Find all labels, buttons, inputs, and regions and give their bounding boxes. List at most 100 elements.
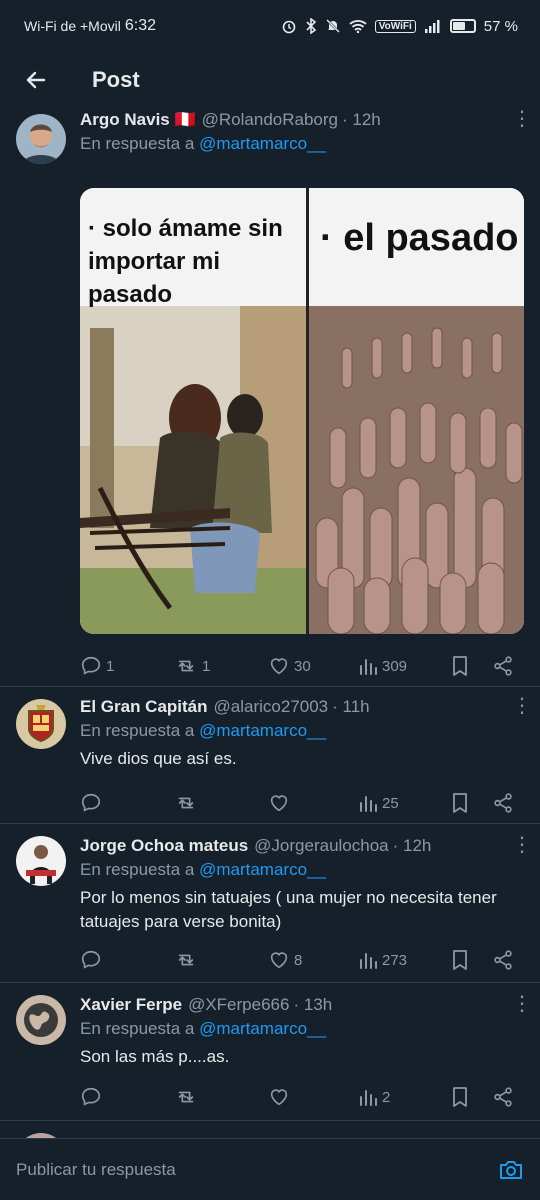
retweet-icon [178, 1091, 194, 1103]
author-name[interactable]: Jorge Ochoa mateus [80, 836, 248, 856]
reply-button[interactable] [80, 949, 106, 971]
reply-to-label: En respuesta a [80, 1019, 195, 1038]
author-handle[interactable]: @XFerpe666 [188, 995, 289, 1015]
views-button[interactable]: 25 [358, 793, 399, 813]
reply-mention-link[interactable]: @martamarco__ [199, 1019, 326, 1038]
comment-icon [81, 1087, 101, 1106]
clock: 6:32 [124, 17, 156, 34]
timestamp[interactable]: · 13h [293, 995, 332, 1015]
view-count: 309 [382, 657, 408, 675]
camera-icon[interactable] [498, 1158, 524, 1182]
reply-mention-link[interactable]: @martamarco__ [199, 134, 326, 153]
reply-context: En respuesta a @martamarco__ [80, 721, 524, 741]
reply-tweet[interactable]: El Gran Capitán @alarico27003 · 11h ⋮ En… [0, 687, 540, 824]
timestamp[interactable]: · 12h [393, 836, 432, 856]
avatar[interactable] [16, 699, 66, 749]
author-name[interactable]: Xavier Ferpe [80, 995, 182, 1015]
bookmark-button[interactable] [450, 792, 470, 814]
timestamp[interactable]: · 12h [342, 110, 381, 130]
share-button[interactable] [492, 655, 514, 677]
more-options-button[interactable]: ⋮ [512, 696, 532, 716]
battery-percent: 57 % [483, 17, 518, 35]
tweet-image[interactable]: · solo ámame sin importar mi pasado · el… [80, 188, 524, 634]
share-button[interactable] [492, 1086, 514, 1108]
heart-icon [270, 1089, 288, 1106]
avatar[interactable] [16, 114, 66, 164]
retweet-count: 1 [202, 657, 211, 675]
avatar[interactable] [16, 836, 66, 886]
retweet-button[interactable]: 1 [174, 655, 210, 677]
bookmark-icon [453, 1087, 467, 1107]
share-icon [494, 793, 512, 813]
page-title: Post [92, 67, 140, 92]
share-icon [494, 656, 512, 676]
bar-chart-icon [360, 1090, 377, 1106]
author-handle[interactable]: @RolandoRaborg [202, 110, 338, 130]
bookmark-icon [453, 950, 467, 970]
retweet-button[interactable] [174, 949, 202, 971]
reply-to-label: En respuesta a [80, 134, 195, 153]
views-button[interactable]: 273 [358, 950, 407, 970]
like-button[interactable] [268, 1086, 294, 1108]
back-button[interactable] [22, 66, 50, 94]
reply-mention-link[interactable]: @martamarco__ [199, 721, 326, 740]
views-button[interactable]: 2 [358, 1087, 390, 1107]
bookmark-button[interactable] [450, 655, 470, 677]
like-button[interactable] [268, 792, 294, 814]
vowifi-badge: VoWiFi [374, 19, 416, 33]
tweet-text: Son las más p....as. [80, 1047, 230, 1066]
more-options-button[interactable]: ⋮ [512, 109, 532, 129]
author-handle[interactable]: @alarico27003 [214, 697, 329, 717]
share-button[interactable] [492, 792, 514, 814]
reply-tweet[interactable]: Argo Navis 🇵🇪 @RolandoRaborg · 12h ⋮ En … [0, 109, 540, 687]
author-name[interactable]: Argo Navis 🇵🇪 [80, 110, 196, 130]
bookmark-button[interactable] [450, 949, 470, 971]
bookmark-icon [453, 656, 467, 676]
more-options-button[interactable]: ⋮ [512, 994, 532, 1014]
reply-context: En respuesta a @martamarco__ [80, 134, 524, 154]
bookmark-button[interactable] [450, 1086, 470, 1108]
comment-icon [81, 656, 101, 675]
reply-to-label: En respuesta a [80, 721, 195, 740]
like-button[interactable]: 30 [268, 655, 311, 677]
tweet-text: Vive dios que así es. [80, 749, 237, 768]
share-button[interactable] [492, 949, 514, 971]
heart-icon [270, 658, 288, 675]
reply-input[interactable]: Publicar tu respuesta [16, 1160, 498, 1180]
comment-icon [81, 950, 101, 969]
heart-icon [270, 795, 288, 812]
like-button[interactable]: 8 [268, 949, 302, 971]
battery-icon [449, 19, 476, 33]
arrow-left-icon [26, 71, 46, 89]
bar-chart-icon [360, 659, 377, 675]
author-handle[interactable]: @Jorgeraulochoa [254, 836, 388, 856]
heart-icon [270, 952, 288, 969]
avatar[interactable] [16, 995, 66, 1045]
retweet-button[interactable] [174, 1086, 202, 1108]
reply-context: En respuesta a @martamarco__ [80, 860, 524, 880]
reply-button[interactable] [80, 1086, 106, 1108]
more-options-button[interactable]: ⋮ [512, 835, 532, 855]
views-button[interactable]: 309 [358, 656, 407, 676]
alarm-icon [282, 20, 296, 34]
signal-icon [424, 20, 440, 33]
author-name[interactable]: El Gran Capitán [80, 697, 208, 717]
timestamp[interactable]: · 11h [332, 697, 370, 717]
retweet-icon [178, 797, 194, 809]
comment-icon [81, 793, 101, 812]
reply-composer[interactable]: Publicar tu respuesta [0, 1138, 540, 1200]
bar-chart-icon [360, 796, 377, 812]
reply-mention-link[interactable]: @martamarco__ [199, 860, 326, 879]
reply-count: 1 [106, 657, 115, 675]
reply-button[interactable]: 1 [80, 655, 114, 677]
reply-tweet-partial[interactable] [0, 1121, 540, 1138]
carrier-label: Wi-Fi de +Movil [24, 18, 121, 34]
reply-tweet[interactable]: Jorge Ochoa mateus @Jorgeraulochoa · 12h… [0, 824, 540, 983]
retweet-button[interactable] [174, 792, 202, 814]
replies-feed[interactable]: Argo Navis 🇵🇪 @RolandoRaborg · 12h ⋮ En … [0, 108, 540, 1138]
retweet-icon [178, 954, 194, 966]
reply-button[interactable] [80, 792, 106, 814]
reply-tweet[interactable]: Xavier Ferpe @XFerpe666 · 13h ⋮ En respu… [0, 983, 540, 1121]
wifi-icon [349, 20, 367, 33]
meme-caption-right: · el pasado [320, 217, 519, 259]
